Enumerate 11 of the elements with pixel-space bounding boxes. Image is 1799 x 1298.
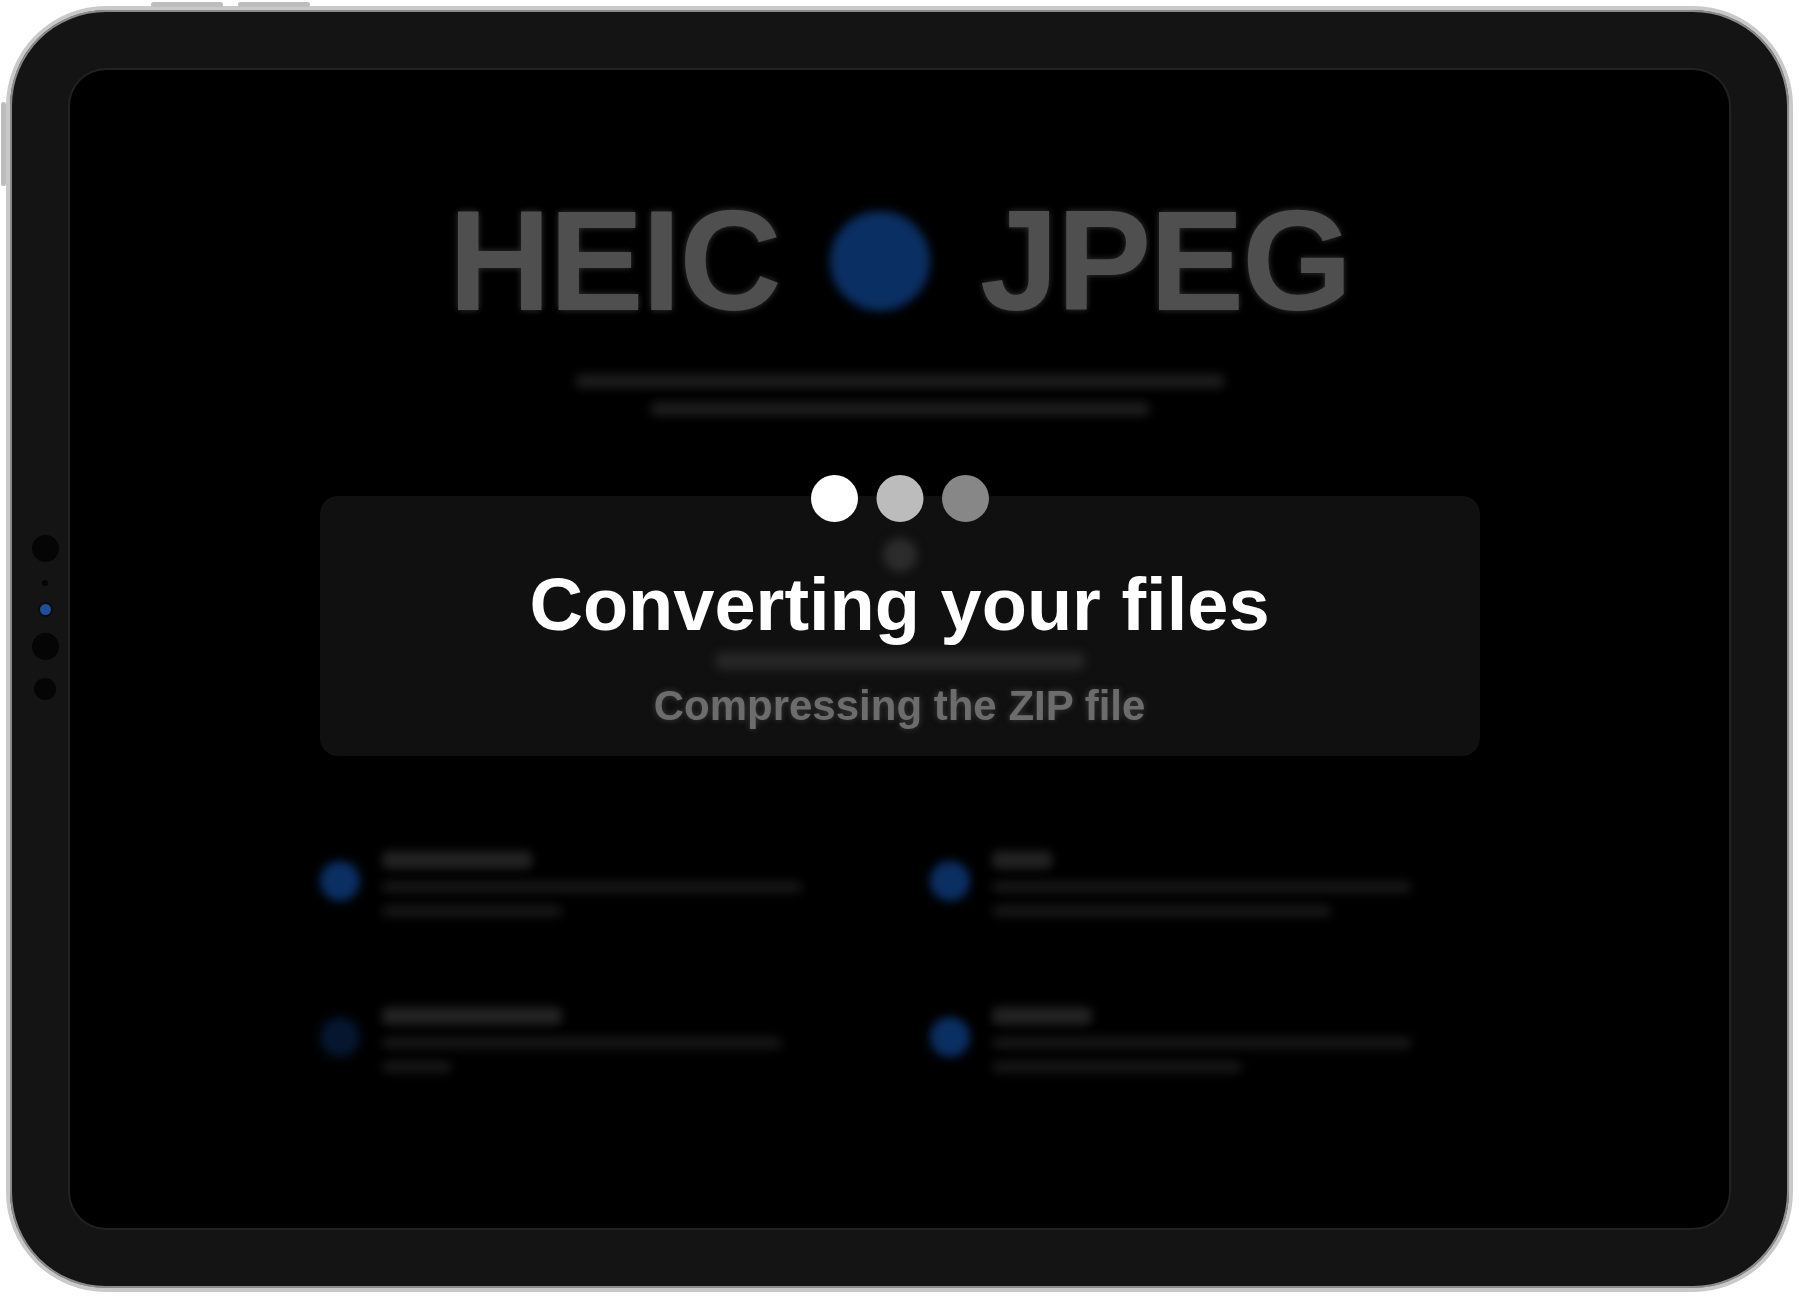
- loading-indicator-icon: [810, 475, 989, 522]
- status-text: Compressing the ZIP file: [653, 682, 1146, 730]
- feature-icon: [319, 861, 360, 901]
- feature-icon: [319, 1017, 360, 1057]
- feature-icon: [929, 1017, 970, 1057]
- loading-message: Converting your files: [529, 564, 1270, 646]
- format-title: HEIC: [448, 190, 780, 332]
- format-title: JPEG: [979, 190, 1351, 332]
- blurred-line: [991, 851, 1052, 869]
- feature-icon: [929, 861, 970, 901]
- camera-lens: [39, 604, 51, 615]
